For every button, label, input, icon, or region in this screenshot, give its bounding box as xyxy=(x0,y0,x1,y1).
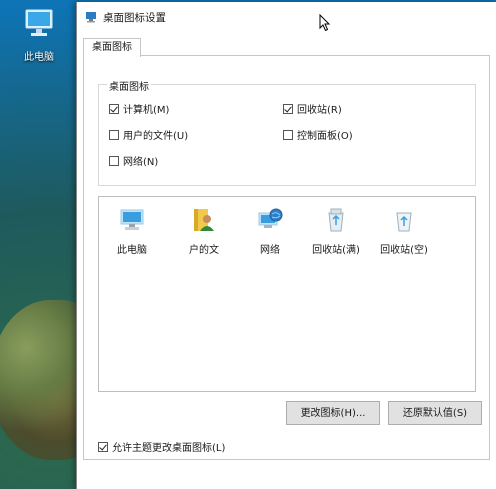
checkbox-allow-theme-label: 允许主题更改桌面图标(L) xyxy=(112,443,226,454)
checkbox-network-label: 网络(N) xyxy=(123,157,159,168)
checkbox-user-files-box[interactable] xyxy=(109,129,119,140)
desktop-icon-settings-dialog: 桌面图标设置 桌面图标 桌面图标 计算机(M) 回收站(R) 用户的文件(U) … xyxy=(76,2,496,489)
desktop-icon-this-pc[interactable]: 此电脑 xyxy=(14,8,64,63)
checkbox-computer-box[interactable] xyxy=(109,103,119,114)
checkbox-computer[interactable]: 计算机(M) xyxy=(109,101,169,116)
mouse-cursor-icon xyxy=(319,14,331,32)
tab-bar: 桌面图标 xyxy=(77,32,496,57)
window-title: 桌面图标设置 xyxy=(103,11,166,24)
list-item-label: 户的文 xyxy=(189,245,219,256)
tab-desktop-icons[interactable]: 桌面图标 xyxy=(83,38,141,57)
restore-default-button[interactable]: 还原默认值(S) xyxy=(388,401,482,425)
checkbox-control-panel-label: 控制面板(O) xyxy=(297,131,353,142)
group-label: 桌面图标 xyxy=(107,78,151,93)
list-item-label: 网络 xyxy=(260,245,280,256)
checkbox-user-files-label: 用户的文件(U) xyxy=(123,131,189,142)
checkbox-network-box[interactable] xyxy=(109,155,119,166)
recycle-bin-full-icon xyxy=(323,207,349,233)
checkbox-recycle-bin[interactable]: 回收站(R) xyxy=(283,101,342,116)
checkbox-recycle-bin-label: 回收站(R) xyxy=(297,105,342,116)
checkbox-control-panel[interactable]: 控制面板(O) xyxy=(283,127,353,142)
list-item-recycle-bin-full[interactable]: 回收站(满) xyxy=(307,207,365,256)
checkbox-user-files[interactable]: 用户的文件(U) xyxy=(109,127,188,142)
list-item-recycle-bin-empty[interactable]: 回收站(空) xyxy=(375,207,433,256)
user-folder-icon xyxy=(191,207,217,233)
checkbox-allow-theme-box[interactable] xyxy=(98,441,108,452)
list-item-user-files[interactable]: 户的文 xyxy=(175,207,233,256)
desktop-icon-label: 此电脑 xyxy=(24,52,54,63)
change-icon-button[interactable]: 更改图标(H)... xyxy=(286,401,380,425)
tab-panel: 桌面图标 计算机(M) 回收站(R) 用户的文件(U) 控制面板(O) 网络(N… xyxy=(83,55,490,460)
list-item-label: 此电脑 xyxy=(117,245,147,256)
desktop-icons-group: 桌面图标 计算机(M) 回收站(R) 用户的文件(U) 控制面板(O) 网络(N… xyxy=(98,78,476,186)
title-bar: 桌面图标设置 xyxy=(77,2,496,32)
settings-app-icon xyxy=(86,12,96,23)
checkbox-network[interactable]: 网络(N) xyxy=(109,153,158,168)
computer-icon xyxy=(24,8,54,40)
list-item-label: 回收站(满) xyxy=(312,245,360,256)
checkbox-control-panel-box[interactable] xyxy=(283,129,293,140)
icon-preview-list[interactable]: 此电脑 户的文 网络 回收站(满) 回收站(空) xyxy=(98,196,476,392)
list-item-label: 回收站(空) xyxy=(380,245,428,256)
list-item-this-pc[interactable]: 此电脑 xyxy=(103,207,161,256)
checkbox-recycle-bin-box[interactable] xyxy=(283,103,293,114)
computer-icon xyxy=(119,207,145,233)
checkbox-allow-theme[interactable]: 允许主题更改桌面图标(L) xyxy=(98,439,225,454)
recycle-bin-empty-icon xyxy=(391,207,417,233)
checkbox-computer-label: 计算机(M) xyxy=(123,105,170,116)
list-item-network[interactable]: 网络 xyxy=(241,207,299,256)
network-icon xyxy=(257,207,283,233)
